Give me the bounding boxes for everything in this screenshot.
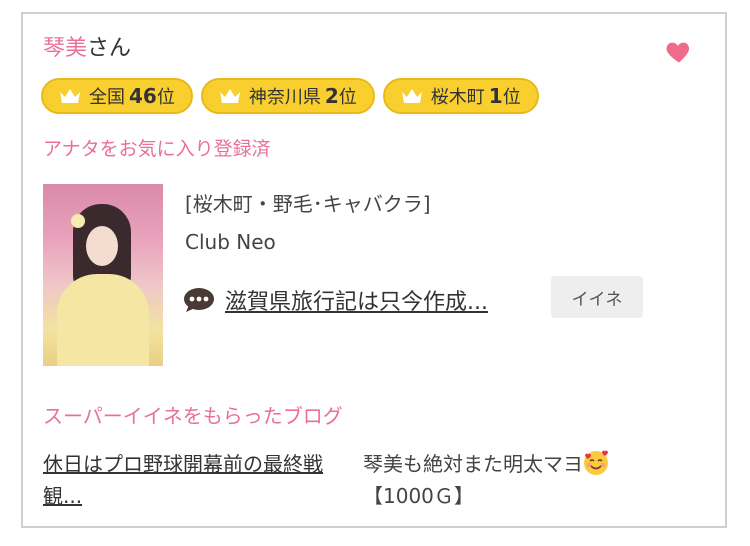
- latest-blog-row: 滋賀県旅行記は只今作成...: [183, 284, 488, 316]
- ranking-badge-national[interactable]: 全国 46 位: [41, 78, 193, 114]
- like-button[interactable]: イイネ: [551, 276, 643, 318]
- ranking-number: 46: [129, 84, 157, 108]
- cast-profile-card: 琴美さん 全国 46 位 神奈川県 2 位 桜木町 1 位 アナタをお気に入り登…: [21, 12, 727, 528]
- ranking-badge-prefecture[interactable]: 神奈川県 2 位: [200, 78, 375, 114]
- super-iine-post-link[interactable]: 休日はプロ野球開幕前の最終戦観...: [43, 448, 357, 512]
- shop-category[interactable]: [桜木町・野毛･キャバクラ]: [185, 188, 431, 217]
- ranking-suffix: 位: [156, 87, 175, 108]
- cast-name[interactable]: 琴美: [43, 36, 87, 61]
- cast-photo[interactable]: [43, 184, 163, 366]
- crown-icon: [401, 89, 422, 103]
- shop-name[interactable]: Club Neo: [185, 230, 276, 254]
- gift-points: 【1000Ｇ】: [363, 484, 474, 508]
- ranking-suffix: 位: [338, 87, 357, 108]
- photo-face: [86, 226, 118, 266]
- crown-icon: [219, 89, 240, 103]
- comment-text: 琴美も絶対また明太マヨ: [363, 452, 583, 476]
- honorific: さん: [87, 36, 132, 61]
- ranking-badges: 全国 46 位 神奈川県 2 位 桜木町 1 位: [41, 78, 539, 114]
- photo-dress: [57, 274, 149, 366]
- ranking-area: 神奈川県: [248, 87, 321, 108]
- heart-icon[interactable]: [665, 38, 693, 66]
- speech-bubble-icon: [184, 288, 214, 312]
- smiling-face-with-hearts-icon: [584, 450, 608, 475]
- ranking-number: 1: [488, 84, 503, 108]
- cast-name-row: 琴美さん: [43, 36, 131, 62]
- ranking-badge-town[interactable]: 桜木町 1 位: [382, 78, 539, 114]
- ranking-number: 2: [324, 84, 339, 108]
- crown-icon: [60, 89, 80, 103]
- ranking-suffix: 位: [502, 87, 521, 108]
- photo-hair-flower: [71, 214, 85, 228]
- ranking-area: 桜木町: [430, 87, 485, 108]
- latest-blog-link[interactable]: 滋賀県旅行記は只今作成...: [225, 284, 488, 316]
- super-iine-comment: 琴美も絶対また明太マヨ 【1000Ｇ】: [363, 448, 693, 512]
- favorite-status: アナタをお気に入り登録済: [43, 138, 271, 160]
- ranking-area: 全国: [89, 87, 125, 108]
- super-iine-heading: スーパーイイネをもらったブログ: [43, 404, 343, 428]
